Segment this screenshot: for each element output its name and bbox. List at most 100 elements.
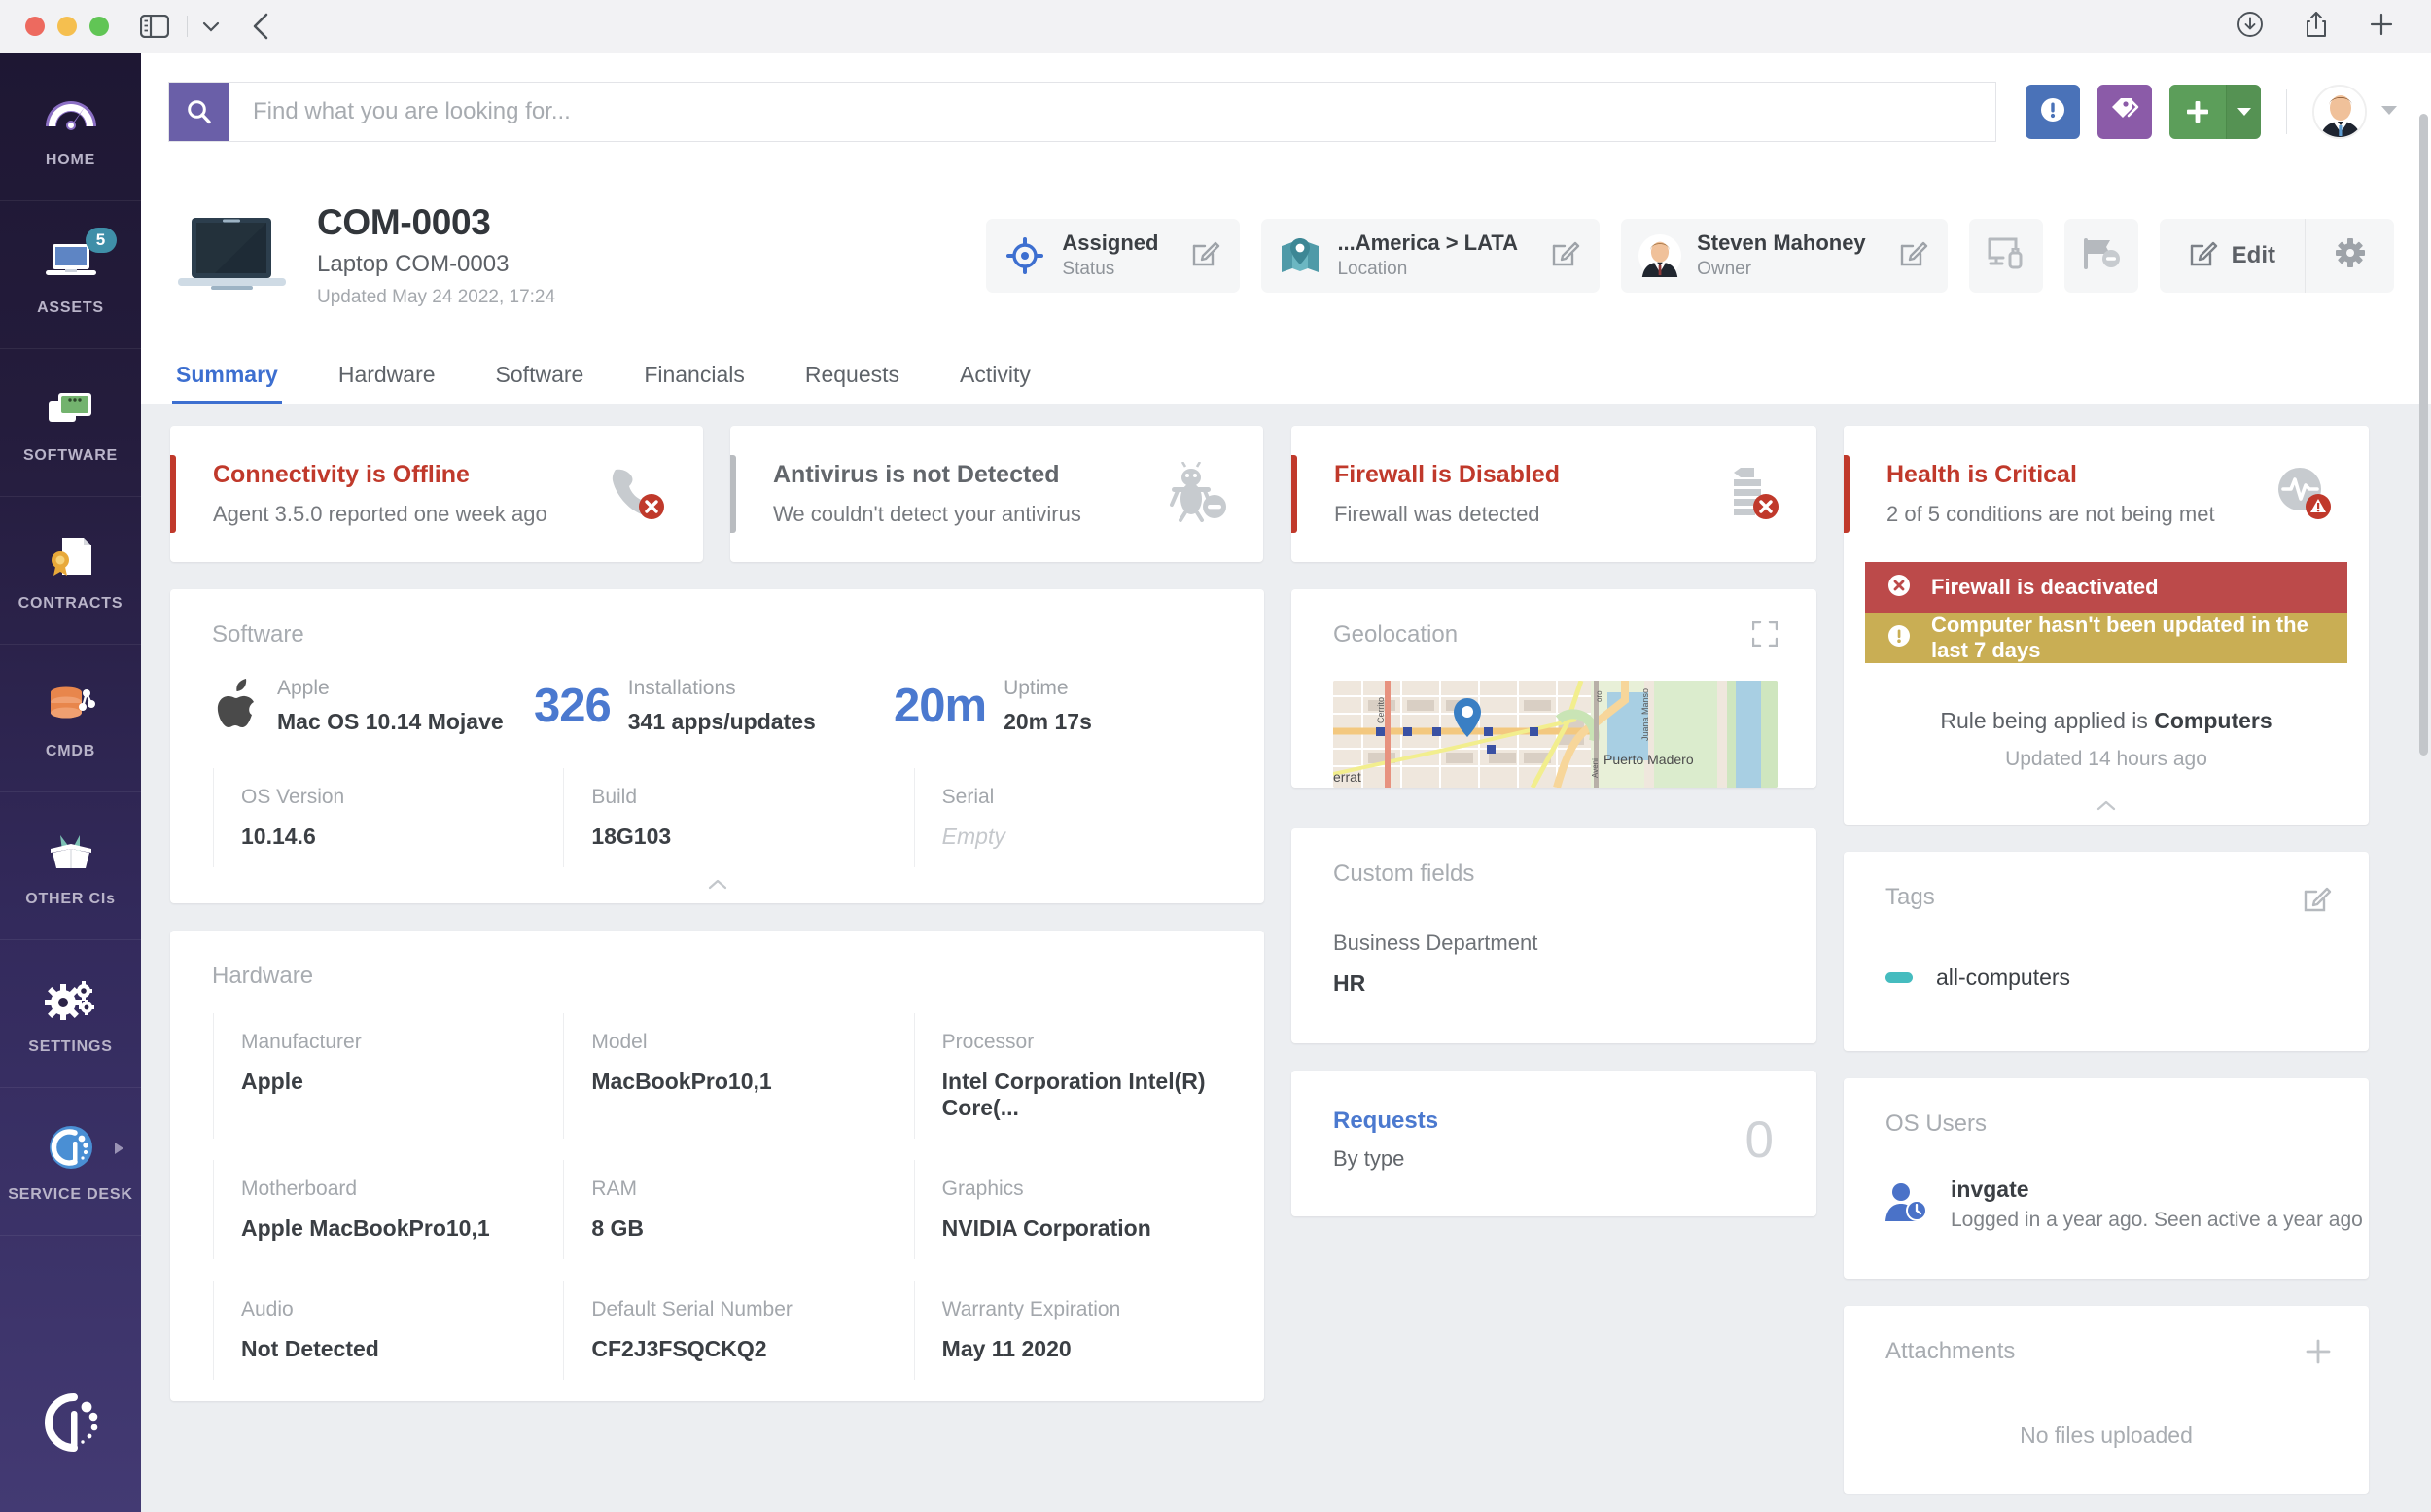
asset-header-actions: Assigned Status ...America > LATA Locati… <box>986 218 2394 293</box>
minimize-window-button[interactable] <box>57 17 77 36</box>
software-collapse-toggle[interactable] <box>170 867 1264 903</box>
settings-gear-button[interactable] <box>2305 218 2394 293</box>
health-condition-text: Computer hasn't been updated in the last… <box>1931 613 2308 662</box>
chevron-down-icon[interactable] <box>201 19 221 33</box>
remote-connect-button[interactable] <box>1968 218 2043 293</box>
tags-button[interactable] <box>2097 85 2152 139</box>
tab-summary[interactable]: Summary <box>172 362 282 404</box>
share-icon[interactable] <box>2305 10 2328 44</box>
field-value: Intel Corporation Intel(R) Core(... <box>941 1069 1206 1120</box>
tab-activity[interactable]: Activity <box>960 362 1031 404</box>
field-value: MacBookPro10,1 <box>591 1069 772 1094</box>
sidebar-item-settings[interactable]: SETTINGS <box>0 940 141 1088</box>
plus-icon[interactable] <box>2169 85 2226 139</box>
hardware-row-3: Audio Not Detected Default Serial Number… <box>170 1281 1264 1380</box>
caret-down-icon[interactable] <box>2226 85 2261 139</box>
edit-pencil-icon[interactable] <box>1899 238 1928 272</box>
invgate-logo <box>0 1391 141 1456</box>
tag-list-item[interactable]: all-computers <box>1844 918 2369 991</box>
user-clock-icon <box>1883 1180 1929 1228</box>
asset-header: COM-0003 Laptop COM-0003 Updated May 24 … <box>141 170 2431 340</box>
sidebar-item-software[interactable]: SOFTWARE <box>0 349 141 497</box>
sidebar-item-assets[interactable]: 5 ASSETS <box>0 201 141 349</box>
location-label: Location <box>1337 259 1408 279</box>
tab-software[interactable]: Software <box>496 362 584 404</box>
tags-card: Tags all-computers <box>1844 852 2369 1051</box>
search-icon[interactable] <box>169 83 229 141</box>
health-condition-text: Firewall is deactivated <box>1931 575 2159 599</box>
add-new-button[interactable] <box>2169 85 2261 139</box>
tab-hardware[interactable]: Hardware <box>338 362 436 404</box>
edit-button[interactable]: Edit <box>2160 219 2305 293</box>
requests-count: 0 <box>1744 1110 1774 1169</box>
back-arrow-icon[interactable] <box>252 12 271 41</box>
search-input[interactable] <box>229 83 1995 141</box>
firewall-alert-card[interactable]: Firewall is Disabled Firewall was detect… <box>1291 426 1816 562</box>
tab-financials[interactable]: Financials <box>644 362 745 404</box>
alert-title: Health is Critical <box>1886 461 2077 488</box>
os-vendor: Apple <box>277 676 330 699</box>
os-user-item[interactable]: invgate Logged in a year ago. Seen activ… <box>1844 1138 2369 1232</box>
download-icon[interactable] <box>2237 11 2264 43</box>
sidebar-item-service-desk[interactable]: SERVICE DESK <box>0 1088 141 1236</box>
user-menu[interactable] <box>2312 85 2398 139</box>
antivirus-alert-card[interactable]: Antivirus is not Detected We couldn't de… <box>730 426 1263 562</box>
maximize-window-button[interactable] <box>89 17 109 36</box>
add-attachment-plus-icon[interactable] <box>2305 1338 2332 1370</box>
sidebar-item-home[interactable]: HOME <box>0 53 141 201</box>
field-label: Motherboard <box>241 1178 358 1200</box>
flag-block-button[interactable] <box>2063 218 2138 293</box>
page-scrollbar[interactable] <box>2419 114 2428 756</box>
os-stat: Apple Mac OS 10.14 Mojave <box>213 676 534 735</box>
field-value: Not Detected <box>241 1336 379 1361</box>
flag-block-icon <box>2081 235 2122 275</box>
close-window-button[interactable] <box>25 17 45 36</box>
asset-updated-timestamp: Updated May 24 2022, 17:24 <box>317 287 556 307</box>
map-pin-icon <box>1279 237 1321 274</box>
health-collapse-toggle[interactable] <box>1844 771 2369 825</box>
status-chip[interactable]: Assigned Status <box>986 218 1241 293</box>
edit-pencil-icon[interactable] <box>2303 884 2332 918</box>
exclamation-circle-icon <box>2038 95 2067 129</box>
new-tab-plus-icon[interactable] <box>2369 12 2394 42</box>
hardware-row-2: Motherboard Apple MacBookPro10,1 RAM 8 G… <box>170 1160 1264 1259</box>
svg-text:Cerrito: Cerrito <box>1376 697 1386 723</box>
installations-detail: 341 apps/updates <box>627 708 816 734</box>
attachments-card: Attachments No files uploaded <box>1844 1306 2369 1494</box>
connectivity-alert-card[interactable]: Connectivity is Offline Agent 3.5.0 repo… <box>170 426 703 562</box>
hardware-row-1: Manufacturer Apple Model MacBookPro10,1 … <box>170 1013 1264 1139</box>
requests-title[interactable]: Requests <box>1333 1108 1438 1135</box>
warranty-expiration-field: Warranty Expiration May 11 2020 <box>913 1281 1264 1380</box>
sidebar-item-cmdb[interactable]: CMDB <box>0 645 141 792</box>
caret-right-icon <box>115 1143 123 1154</box>
health-alert-header[interactable]: Health is Critical 2 of 5 conditions are… <box>1844 426 2369 562</box>
os-users-card: OS Users invgate Logged in a year ago. S… <box>1844 1078 2369 1279</box>
health-rule-prefix: Rule being applied is <box>1940 708 2155 733</box>
requests-card[interactable]: Requests By type 0 <box>1291 1071 1816 1216</box>
tab-requests[interactable]: Requests <box>805 362 899 404</box>
alert-title: Connectivity is Offline <box>213 461 470 488</box>
laptop-thumbnail-icon <box>176 214 288 298</box>
asset-subtitle: Laptop COM-0003 <box>317 251 510 277</box>
health-rule-name: Computers <box>2154 708 2272 733</box>
open-box-icon <box>43 825 99 879</box>
exclamation-circle-icon <box>1886 623 1912 653</box>
location-value: ...America > LATA <box>1337 230 1519 255</box>
connectivity-offline-icon <box>604 462 668 527</box>
sidebar-toggle-icon[interactable] <box>140 15 169 38</box>
sidebar-item-label: OTHER CIs <box>25 890 116 907</box>
requests-subtitle: By type <box>1333 1146 1405 1171</box>
edit-pencil-icon[interactable] <box>1551 238 1580 272</box>
alerts-button[interactable] <box>2026 85 2080 139</box>
default-serial-field: Default Serial Number CF2J3FSQCKQ2 <box>563 1281 913 1380</box>
global-search <box>168 82 1996 142</box>
location-chip[interactable]: ...America > LATA Location <box>1261 218 1601 293</box>
left-column: Connectivity is Offline Agent 3.5.0 repo… <box>170 426 1264 1494</box>
edit-pencil-icon[interactable] <box>1191 238 1220 272</box>
owner-chip[interactable]: Steven Mahoney Owner <box>1621 218 1948 293</box>
sidebar-item-contracts[interactable]: CONTRACTS <box>0 497 141 645</box>
geolocation-map[interactable]: Cerrito Juana Manso oro Aveni Puerto Mad… <box>1333 681 1778 788</box>
alert-title: Antivirus is not Detected <box>773 461 1060 488</box>
expand-fullscreen-icon[interactable] <box>1751 620 1779 651</box>
sidebar-item-other-cis[interactable]: OTHER CIs <box>0 792 141 940</box>
